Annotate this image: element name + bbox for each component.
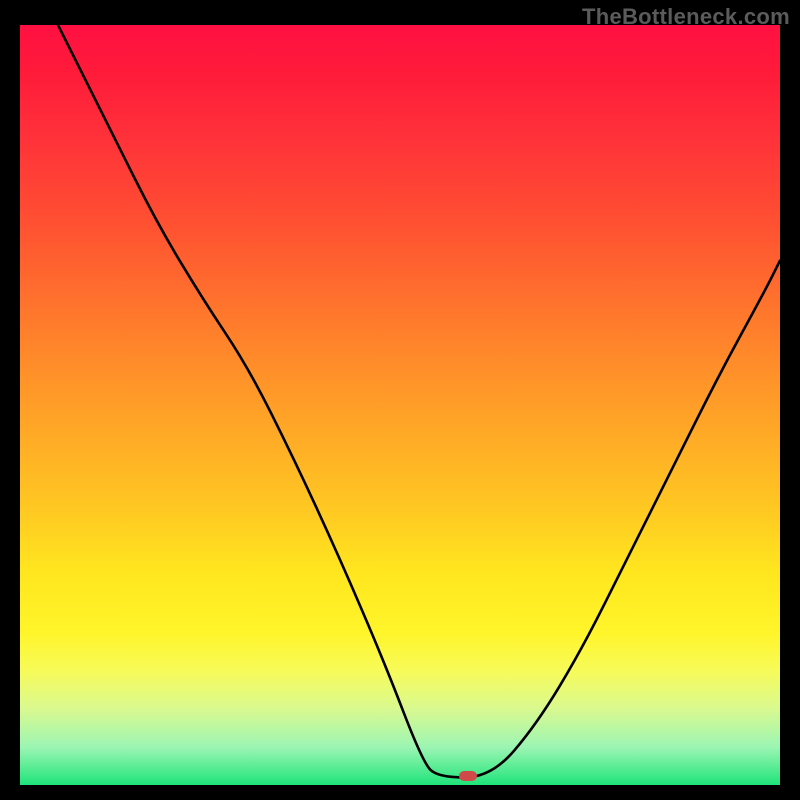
- plot-area: [20, 25, 780, 785]
- chart-frame: TheBottleneck.com: [0, 0, 800, 800]
- curve-path: [58, 25, 780, 777]
- bottleneck-curve: [20, 25, 780, 785]
- watermark-text: TheBottleneck.com: [582, 4, 790, 30]
- minimum-marker: [459, 771, 477, 781]
